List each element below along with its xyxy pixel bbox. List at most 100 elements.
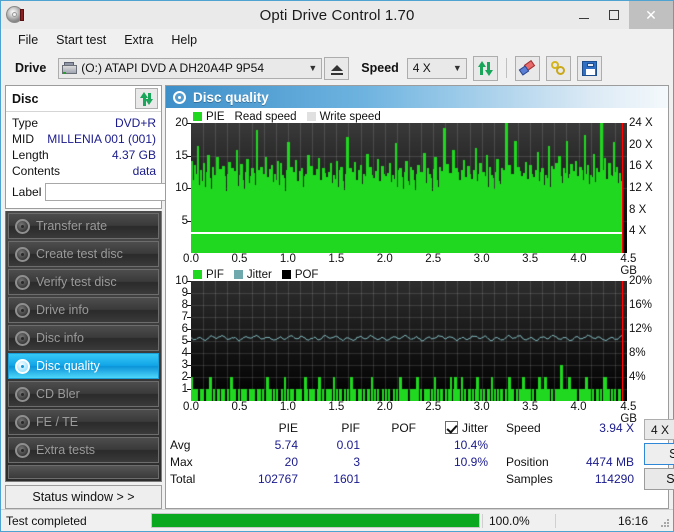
disc-icon xyxy=(15,443,30,458)
x-tick-label: 1.5 xyxy=(328,253,344,265)
legend-swatch-jitter xyxy=(234,270,243,279)
stats-row-label: Total xyxy=(170,472,224,486)
elapsed-time: 16:16 xyxy=(555,514,656,528)
pif-plot-canvas xyxy=(191,281,627,401)
sidebar-spacer xyxy=(8,465,159,479)
eject-icon xyxy=(331,65,343,71)
stats-max-jitter: 10.9% xyxy=(416,455,492,469)
sidebar-item-label: Disc info xyxy=(36,331,84,345)
pif-chart: PIF Jitter POF 1 2 3 4 5 6 7 8 9 10 4% 8% 12% 16% 20%… xyxy=(169,268,665,416)
x-tick-label: 0.5 xyxy=(231,401,247,413)
drive-select-value: (O:) ATAPI DVD A DH20A4P 9P54 xyxy=(81,61,264,75)
sidebar-item-extra-tests[interactable]: Extra tests xyxy=(8,437,159,463)
stats-total-pie: 102767 xyxy=(224,472,298,486)
sidebar-item-disc-info[interactable]: Disc info xyxy=(8,325,159,351)
read-speed-line xyxy=(191,232,622,234)
start-full-button[interactable]: Start full xyxy=(644,443,674,465)
sidebar-item-transfer-rate[interactable]: Transfer rate xyxy=(8,213,159,239)
speed-select[interactable]: 4 X ▼ xyxy=(407,58,467,79)
pie-plot-canvas xyxy=(191,123,627,253)
disc-panel: Disc Type DVD+R MID MILLENIA 001 (001) L… xyxy=(5,85,162,209)
x-tick-label: 0.0 xyxy=(183,401,199,413)
legend-label-write-speed: Write speed xyxy=(320,111,381,123)
progress-percent: 100.0% xyxy=(482,514,555,528)
jitter-label: Jitter xyxy=(462,421,488,435)
disc-icon xyxy=(15,303,30,318)
stats-col-pie: PIE xyxy=(224,421,298,435)
run-info-position: Position 4474 MB xyxy=(506,453,634,470)
close-button[interactable]: ✕ xyxy=(629,1,673,29)
menu-file[interactable]: File xyxy=(9,31,47,49)
run-info-samples: Samples 114290 xyxy=(506,470,634,487)
sidebar-item-drive-info[interactable]: Drive info xyxy=(8,297,159,323)
menu-bar: File Start test Extra Help xyxy=(1,29,673,51)
sidebar-item-label: FE / TE xyxy=(36,415,78,429)
charts-container: PIE Read speed Write speed 5 10 15 20 4 X 8 … xyxy=(166,108,668,416)
legend-label-pif: PIF xyxy=(206,269,224,281)
sidebar-item-label: Disc quality xyxy=(36,359,100,373)
stats-table: PIE PIF POF Jitter Avg 5.74 0.01 10.4% M… xyxy=(170,419,492,506)
disc-row-value: MILLENIA 001 (001) xyxy=(47,132,156,146)
disc-row-value: data xyxy=(133,164,156,178)
disc-refresh-button[interactable] xyxy=(135,88,158,109)
sidebar-item-verify-test-disc[interactable]: Verify test disc xyxy=(8,269,159,295)
stats-header-row: PIE PIF POF Jitter xyxy=(170,419,492,436)
maximize-button[interactable] xyxy=(599,1,629,29)
y2-tick-label: 16% xyxy=(629,299,652,311)
eject-button[interactable] xyxy=(324,57,349,80)
sidebar-item-cd-bler[interactable]: CD Bler xyxy=(8,381,159,407)
pif-y-axis: 1 2 3 4 5 6 7 8 9 10 xyxy=(169,281,191,401)
drive-select[interactable]: (O:) ATAPI DVD A DH20A4P 9P54 ▼ xyxy=(58,58,322,79)
pie-y-axis: 5 10 15 20 xyxy=(169,123,191,253)
status-bar: Test completed 100.0% 16:16 xyxy=(1,509,673,531)
sidebar-item-label: Extra tests xyxy=(36,443,95,457)
x-tick-label: 1.0 xyxy=(280,401,296,413)
disc-row-key: Length xyxy=(12,148,49,162)
x-tick-label: 2.0 xyxy=(377,401,393,413)
window-buttons: ✕ xyxy=(569,1,673,29)
minimize-button[interactable] xyxy=(569,1,599,29)
pie-chart-legend: PIE Read speed Write speed xyxy=(169,110,665,123)
status-window-button[interactable]: Status window > > xyxy=(5,485,162,509)
refresh-button[interactable] xyxy=(473,56,498,81)
y2-tick-label: 20% xyxy=(629,275,652,287)
disc-quality-icon xyxy=(173,91,186,104)
resize-grip-icon[interactable] xyxy=(656,514,670,528)
drive-label: Drive xyxy=(15,61,46,75)
test-speed-select[interactable]: 4 X ▼ xyxy=(644,419,674,440)
stats-avg-jitter: 10.4% xyxy=(416,438,492,452)
y2-tick-label: 8 X xyxy=(629,204,646,216)
pie-plot-area[interactable] xyxy=(191,123,627,253)
refresh-arrows-icon xyxy=(478,61,493,76)
test-controls: 4 X ▼ Start full Start part xyxy=(644,419,674,506)
disc-label-row: Label xyxy=(12,180,156,204)
sidebar-item-fe-te[interactable]: FE / TE xyxy=(8,409,159,435)
pie-chart: PIE Read speed Write speed 5 10 15 20 4 X8 … xyxy=(169,110,665,268)
menu-help[interactable]: Help xyxy=(162,31,206,49)
disc-label-key: Label xyxy=(12,185,41,199)
sidebar-item-create-test-disc[interactable]: Create test disc xyxy=(8,241,159,267)
eraser-icon xyxy=(519,60,535,76)
legend-label-pie: PIE xyxy=(206,111,225,123)
save-button[interactable] xyxy=(577,56,602,81)
sidebar-item-disc-quality[interactable]: Disc quality xyxy=(8,353,159,379)
jitter-checkbox[interactable] xyxy=(445,421,458,434)
x-tick-label: 3.0 xyxy=(474,253,490,265)
legend-label-jitter: Jitter xyxy=(247,269,272,281)
pif-plot-area[interactable] xyxy=(191,281,627,401)
menu-extra[interactable]: Extra xyxy=(115,31,162,49)
start-part-button[interactable]: Start part xyxy=(644,468,674,490)
sidebar-item-label: Drive info xyxy=(36,303,89,317)
run-info-speed: Speed 3.94 X xyxy=(506,419,634,436)
erase-button[interactable] xyxy=(515,56,540,81)
run-info: Speed 3.94 X Position 4474 MB Samples 11… xyxy=(506,419,634,506)
sidebar-item-label: Verify test disc xyxy=(36,275,117,289)
disc-row-length: Length 4.37 GB xyxy=(12,147,156,163)
tools-button[interactable] xyxy=(546,56,571,81)
disc-panel-title: Disc xyxy=(12,92,38,106)
toolbar-divider xyxy=(506,58,507,78)
stats-row-label: Max xyxy=(170,455,224,469)
run-info-value: 114290 xyxy=(568,472,634,486)
menu-start-test[interactable]: Start test xyxy=(47,31,115,49)
disc-icon xyxy=(15,359,30,374)
